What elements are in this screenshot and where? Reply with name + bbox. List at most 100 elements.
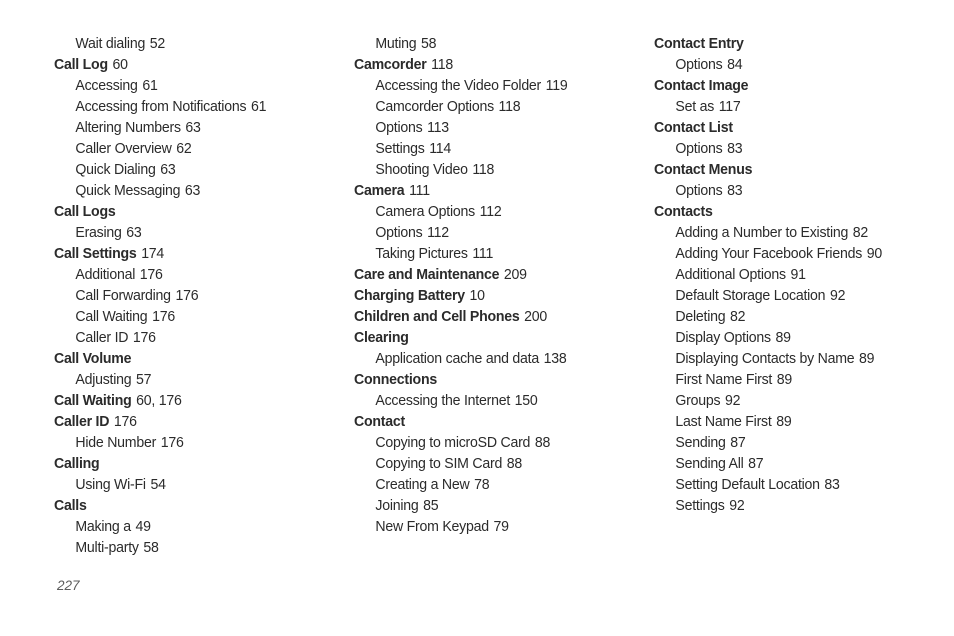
index-column-3: Contact Entry Options 84 Contact Image Set a… (654, 33, 954, 516)
index-subentry: Call Waiting 176 (54, 306, 333, 327)
index-heading: Caller ID 176 (54, 411, 333, 432)
index-entry-label: Adjusting (75, 371, 132, 388)
index-entry-label: Additional Options (675, 266, 786, 283)
index-subentry: Wait dialing 52 (54, 33, 333, 54)
index-entry-label: Options (675, 182, 723, 199)
index-entry-label: Creating a New (375, 476, 470, 493)
index-entry-pages: 61 (142, 77, 158, 94)
index-subentry: Options 113 (354, 117, 633, 138)
index-entry-pages: 88 (534, 434, 551, 451)
index-entry-label: Wait dialing (75, 35, 146, 52)
index-subentry: Accessing 61 (54, 75, 333, 96)
index-entry-label: Call Volume (54, 350, 132, 367)
index-subentry: Groups 92 (654, 390, 933, 411)
index-subentry: Creating a New 78 (354, 474, 633, 495)
index-entry-pages: 118 (472, 161, 495, 178)
index-entry-label: Display Options (675, 329, 771, 346)
index-heading: Call Log 60 (54, 54, 333, 75)
index-subentry: Caller ID 176 (54, 327, 333, 348)
index-entry-label: Making a (75, 518, 131, 535)
index-entry-pages: 60, 176 (136, 392, 182, 409)
index-entry-pages: 118 (498, 98, 521, 115)
index-subentry: Making a 49 (54, 516, 333, 537)
index-entry-label: Deleting (675, 308, 726, 325)
index-heading: Care and Maintenance 209 (354, 264, 633, 285)
index-subentry: Settings 92 (654, 495, 933, 516)
index-column-1: Wait dialing 52 Call Log 60 Accessing 61 Acces… (54, 33, 354, 558)
index-subentry: Display Options 89 (654, 327, 933, 348)
index-subentry: Camera Options 112 (354, 201, 633, 222)
index-entry-label: Quick Dialing (75, 161, 156, 178)
index-entry-pages: 112 (479, 203, 502, 220)
index-subentry: Using Wi-Fi 54 (54, 474, 333, 495)
index-entry-pages: 118 (431, 56, 453, 73)
index-subentry: Options 112 (354, 222, 633, 243)
index-subentry: Setting Default Location 83 (654, 474, 933, 495)
index-entry-label: Caller ID (54, 413, 110, 430)
index-subentry: Sending 87 (654, 432, 933, 453)
index-entry-label: Accessing (75, 77, 138, 94)
index-entry-label: Options (375, 224, 423, 241)
index-subentry: Adding Your Facebook Friends 90 (654, 243, 933, 264)
index-heading: Call Logs (54, 201, 333, 222)
index-subentry: Accessing the Video Folder 119 (354, 75, 633, 96)
index-subentry: Shooting Video 118 (354, 159, 633, 180)
index-heading: Connections (354, 369, 633, 390)
index-entry-pages: 54 (150, 476, 166, 493)
index-entry-pages: 61 (250, 98, 267, 115)
index-entry-label: Contact List (654, 119, 733, 136)
index-entry-label: Multi-party (75, 539, 139, 556)
index-entry-label: Contact Image (654, 77, 749, 94)
index-entry-label: Call Waiting (75, 308, 148, 325)
index-subentry: Erasing 63 (54, 222, 333, 243)
index-subentry: New From Keypad 79 (354, 516, 633, 537)
index-entry-label: Hide Number (75, 434, 157, 451)
index-entry-pages: 200 (524, 308, 548, 325)
index-entry-label: Camcorder (354, 56, 427, 73)
index-entry-label: Settings (375, 140, 425, 157)
index-subentry: Sending All 87 (654, 453, 933, 474)
index-entry-pages: 63 (184, 182, 201, 199)
index-entry-label: Caller Overview (75, 140, 172, 157)
index-entry-pages: 49 (135, 518, 151, 535)
index-entry-pages: 83 (824, 476, 840, 493)
index-entry-pages: 52 (149, 35, 166, 52)
index-entry-label: Copying to SIM Card (375, 455, 503, 472)
index-entry-label: New From Keypad (375, 518, 489, 535)
index-entry-label: Call Forwarding (75, 287, 171, 304)
index-subentry: Accessing from Notifications 61 (54, 96, 333, 117)
index-entry-pages: 84 (727, 56, 743, 73)
index-entry-label: Displaying Contacts by Name (675, 350, 855, 367)
index-subentry: Adjusting 57 (54, 369, 333, 390)
index-entry-label: Using Wi-Fi (75, 476, 146, 493)
index-heading: Call Waiting 60, 176 (54, 390, 333, 411)
index-entry-pages: 138 (543, 350, 567, 367)
index-heading: Contacts (654, 201, 933, 222)
index-entry-pages: 79 (493, 518, 509, 535)
index-entry-label: Options (675, 140, 723, 157)
index-subentry: Altering Numbers 63 (54, 117, 333, 138)
index-entry-label: Options (375, 119, 423, 136)
index-entry-pages: 209 (503, 266, 527, 283)
index-subentry: Call Forwarding 176 (54, 285, 333, 306)
index-entry-pages: 89 (776, 413, 792, 430)
index-entry-pages: 176 (175, 287, 199, 304)
index-entry-label: Charging Battery (354, 287, 465, 304)
index-entry-label: Call Waiting (54, 392, 132, 409)
index-entry-label: Application cache and data (375, 350, 539, 367)
index-entry-pages: 176 (139, 266, 163, 283)
index-subentry: Muting 58 (354, 33, 633, 54)
index-subentry: Camcorder Options 118 (354, 96, 633, 117)
index-entry-pages: 111 (472, 245, 494, 262)
index-entry-pages: 85 (423, 497, 439, 514)
index-subentry: Quick Messaging 63 (54, 180, 333, 201)
index-entry-pages: 176 (132, 329, 156, 346)
index-entry-label: Quick Messaging (75, 182, 181, 199)
index-subentry: Displaying Contacts by Name 89 (654, 348, 933, 369)
index-entry-pages: 117 (718, 98, 741, 115)
index-entry-label: Clearing (354, 329, 409, 346)
index-entry-label: Camcorder Options (375, 98, 494, 115)
index-subentry: Default Storage Location 92 (654, 285, 933, 306)
index-entry-label: Accessing the Video Folder (375, 77, 542, 94)
index-entry-pages: 10 (469, 287, 485, 304)
